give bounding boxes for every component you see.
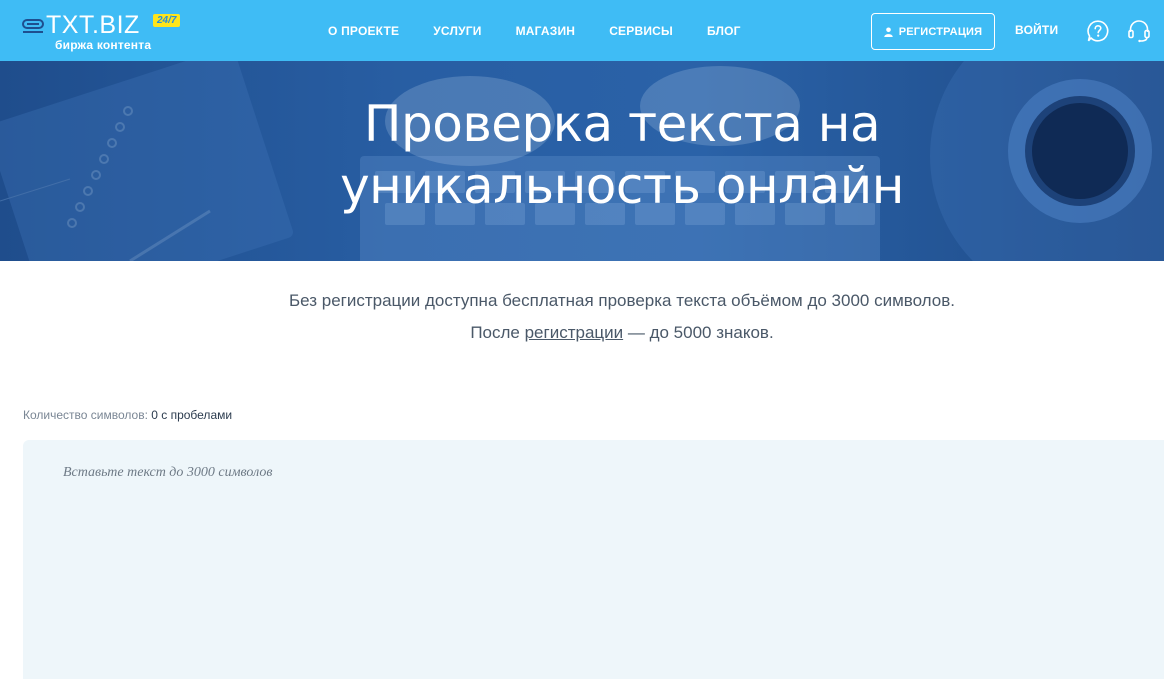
intro-line-1: Без регистрации доступна бесплатная пров… [288,291,956,310]
character-counter-value: 0 с пробелами [151,408,233,422]
page-title: Проверка текста на уникальность онлайн [0,93,1164,217]
register-button[interactable]: РЕГИСТРАЦИЯ [871,13,995,50]
logo-text: TXT.BIZ [46,11,140,39]
intro-line-2-after: — до 5000 знаков. [623,323,774,342]
register-label: РЕГИСТРАЦИЯ [898,25,983,38]
nav-item-about[interactable]: О ПРОЕКТЕ [328,24,399,38]
intro-text: Без регистрации доступна бесплатная пров… [0,285,1164,349]
logo-icon [22,19,44,33]
intro-line-2-before: После [470,323,525,342]
logo[interactable]: TXT.BIZ 24/7 биржа контента [22,10,192,54]
text-input-placeholder: Вставьте текст до 3000 символов [63,465,273,480]
login-link[interactable]: ВОЙТИ [1015,23,1058,37]
character-counter: Количество символов: 0 с пробелами [23,408,232,422]
nav-item-services[interactable]: УСЛУГИ [433,24,481,38]
text-input-area[interactable]: Вставьте текст до 3000 символов [23,440,1164,679]
hero-banner: Проверка текста на уникальность онлайн [0,61,1164,261]
character-counter-label: Количество символов: [23,408,152,422]
intro-line-2: После регистрации — до 5000 знаков. [0,317,1164,349]
page-title-line-2: уникальность онлайн [340,157,904,215]
registration-link[interactable]: регистрации [525,323,624,342]
nav-item-blog[interactable]: БЛОГ [707,24,741,38]
logo-subtitle: биржа контента [55,38,152,52]
nav-item-tools[interactable]: СЕРВИСЫ [609,24,673,38]
support-headset-icon[interactable] [1127,19,1151,43]
user-icon [884,27,893,37]
main-nav: О ПРОЕКТЕ УСЛУГИ МАГАЗИН СЕРВИСЫ БЛОГ [328,0,775,61]
site-header: TXT.BIZ 24/7 биржа контента О ПРОЕКТЕ УС… [0,0,1164,61]
help-icon[interactable] [1087,20,1109,42]
logo-badge: 24/7 [153,14,181,27]
page-title-line-1: Проверка текста на [363,95,881,153]
nav-item-shop[interactable]: МАГАЗИН [516,24,576,38]
